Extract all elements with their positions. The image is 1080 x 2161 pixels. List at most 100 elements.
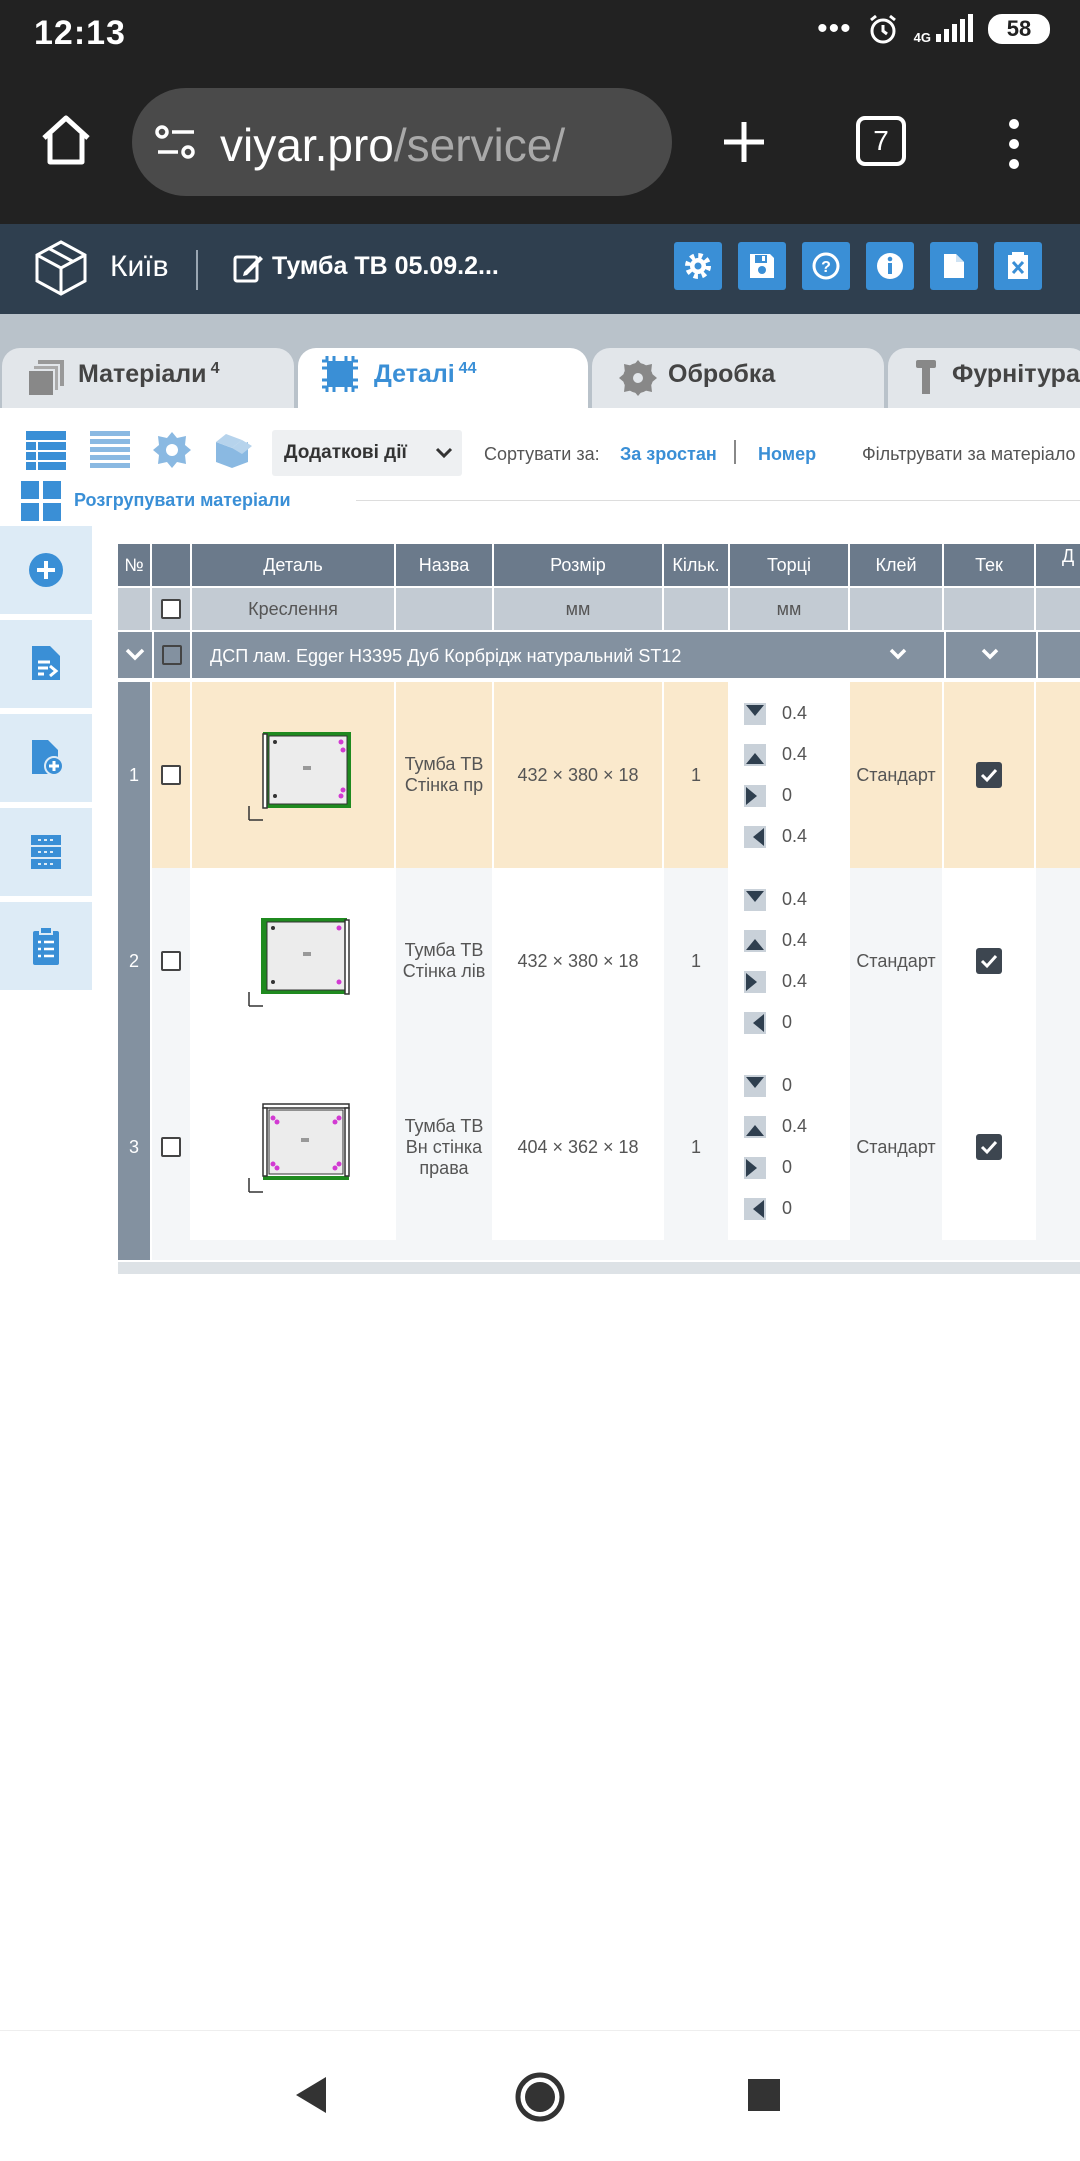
col-header-number[interactable]: № [118, 544, 152, 586]
home-icon[interactable] [38, 112, 94, 168]
row-checkbox[interactable] [161, 765, 181, 785]
part-glue[interactable]: Стандарт [850, 868, 944, 1054]
group-checkbox[interactable] [162, 645, 182, 665]
new-document-button[interactable] [930, 242, 978, 290]
edit-icon[interactable] [232, 252, 264, 284]
part-size[interactable]: 432 × 380 × 18 [494, 682, 664, 868]
tab-materials[interactable]: Матеріали 4 [2, 348, 294, 408]
edge-right[interactable]: 0.4 [744, 816, 807, 857]
part-glue[interactable]: Стандарт [850, 1054, 944, 1240]
part-size[interactable]: 432 × 380 × 18 [494, 868, 664, 1054]
tab-hardware[interactable]: Фурнітура [888, 348, 1080, 408]
address-bar[interactable]: viyar.pro/service/ [132, 88, 672, 196]
part-name[interactable]: Тумба ТВ Стінка лів [396, 868, 494, 1054]
part-glue[interactable]: Стандарт [850, 682, 944, 868]
chevron-down-icon[interactable] [888, 646, 908, 662]
open-box-icon[interactable] [210, 428, 254, 472]
edge-top[interactable]: 0 [744, 1065, 792, 1106]
edge-right[interactable]: 0 [744, 1002, 792, 1043]
info-button[interactable] [866, 242, 914, 290]
col-header-size[interactable]: Розмір [494, 544, 664, 586]
help-button[interactable]: ? [802, 242, 850, 290]
part-quantity[interactable]: 1 [664, 682, 730, 868]
col-header-glue[interactable]: Клей [850, 544, 944, 586]
edge-left[interactable]: 0 [744, 775, 792, 816]
edge-top[interactable]: 0.4 [744, 693, 807, 734]
detailed-list-view-icon[interactable] [24, 428, 68, 472]
part-name[interactable]: Тумба ТВ Стінка пр [396, 682, 494, 868]
sort-number-link[interactable]: Номер [758, 444, 816, 465]
part-size[interactable]: 404 × 362 × 18 [494, 1054, 664, 1240]
compact-list-view-icon[interactable] [88, 428, 132, 472]
edge-right[interactable]: 0 [744, 1188, 792, 1229]
part-quantity[interactable]: 1 [664, 1054, 730, 1240]
chevron-down-icon[interactable] [980, 646, 1000, 662]
select-all-checkbox[interactable] [161, 599, 181, 619]
edge-right-value: 0 [782, 1012, 793, 1032]
new-tab-icon[interactable] [720, 118, 768, 166]
settings-button[interactable] [674, 242, 722, 290]
city-selector[interactable]: Київ [110, 250, 169, 284]
edge-bottom[interactable]: 0.4 [744, 920, 807, 961]
part-edges[interactable]: 0 0.4 0 0 [730, 1054, 850, 1240]
save-button[interactable] [738, 242, 786, 290]
delete-button[interactable] [994, 242, 1042, 290]
tab-parts[interactable]: Деталі 44 [298, 348, 588, 408]
part-edges[interactable]: 0.4 0.4 0 0.4 [730, 682, 850, 868]
list-button[interactable] [0, 808, 92, 896]
import-file-button[interactable] [0, 620, 92, 708]
part-quantity[interactable]: 1 [664, 868, 730, 1054]
add-file-button[interactable] [0, 714, 92, 802]
col-header-quantity[interactable]: Кільк. [664, 544, 730, 586]
tab-switcher-button[interactable]: 7 [856, 116, 906, 166]
recents-icon[interactable] [746, 2077, 782, 2113]
subheader-quantity [664, 588, 730, 630]
part-drawing[interactable] [192, 868, 396, 1054]
back-icon[interactable] [290, 2073, 334, 2117]
table-row[interactable]: 1 Тумба ТВ Стінка пр 432 × 380 × 18 1 0.… [118, 682, 1080, 868]
edge-bottom[interactable]: 0.4 [744, 734, 807, 775]
edge-left[interactable]: 0.4 [744, 961, 807, 1002]
texture-checkbox[interactable] [976, 948, 1002, 974]
grid-view-icon[interactable] [20, 480, 62, 522]
col-header-texture[interactable]: Тек [944, 544, 1036, 586]
part-drawing[interactable] [192, 1054, 396, 1240]
chevron-down-icon[interactable] [124, 646, 146, 664]
filter-label[interactable]: Фільтрувати за матеріало [862, 444, 1076, 465]
row-checkbox[interactable] [161, 1137, 181, 1157]
extra-actions-dropdown[interactable]: Додаткові дії [272, 430, 462, 476]
subheader-texture [944, 588, 1036, 630]
toolbar-divider [356, 500, 1080, 501]
texture-checkbox[interactable] [976, 762, 1002, 788]
home-button-icon[interactable] [514, 2071, 566, 2123]
table-row[interactable]: 3 Тумба ТВ Вн стінка права 404 × 362 × 1… [118, 1054, 1080, 1240]
edge-top[interactable]: 0.4 [744, 879, 807, 920]
delete-file-icon [1008, 252, 1028, 279]
edge-bottom[interactable]: 0.4 [744, 1106, 807, 1147]
site-settings-icon[interactable] [154, 122, 198, 162]
part-edges[interactable]: 0.4 0.4 0.4 0 [730, 868, 850, 1054]
sort-label: Сортувати за: [484, 444, 600, 464]
header-divider [196, 250, 198, 290]
add-part-button[interactable] [0, 526, 92, 614]
document-title[interactable]: Тумба ТВ 05.09.2... [272, 252, 499, 281]
table-horizontal-scrollbar[interactable] [118, 1262, 1080, 1274]
saw-blade-icon[interactable] [152, 428, 192, 472]
col-header-part[interactable]: Деталь [192, 544, 396, 586]
part-drawing[interactable] [192, 682, 396, 868]
report-button[interactable] [0, 902, 92, 990]
sort-ascending-link[interactable]: За зростан [620, 444, 720, 465]
menu-icon[interactable] [1000, 116, 1028, 172]
table-row[interactable]: 2 Тумба ТВ Стінка лів 432 × 380 × 18 1 0… [118, 868, 1080, 1054]
part-name[interactable]: Тумба ТВ Вн стінка права [396, 1054, 494, 1240]
edge-left[interactable]: 0 [744, 1147, 792, 1188]
texture-checkbox[interactable] [976, 1134, 1002, 1160]
ungroup-materials-link[interactable]: Розгрупувати матеріали [74, 490, 291, 511]
tab-processing[interactable]: Обробка [592, 348, 884, 408]
col-header-edges[interactable]: Торці [730, 544, 850, 586]
col-header-name[interactable]: Назва [396, 544, 494, 586]
logo-cube-icon[interactable] [32, 238, 90, 298]
row-checkbox[interactable] [161, 951, 181, 971]
material-group-row[interactable]: ДСП лам. Egger H3395 Дуб Корбрідж натура… [118, 632, 1080, 678]
col-header-extra[interactable]: Д [1036, 544, 1080, 586]
